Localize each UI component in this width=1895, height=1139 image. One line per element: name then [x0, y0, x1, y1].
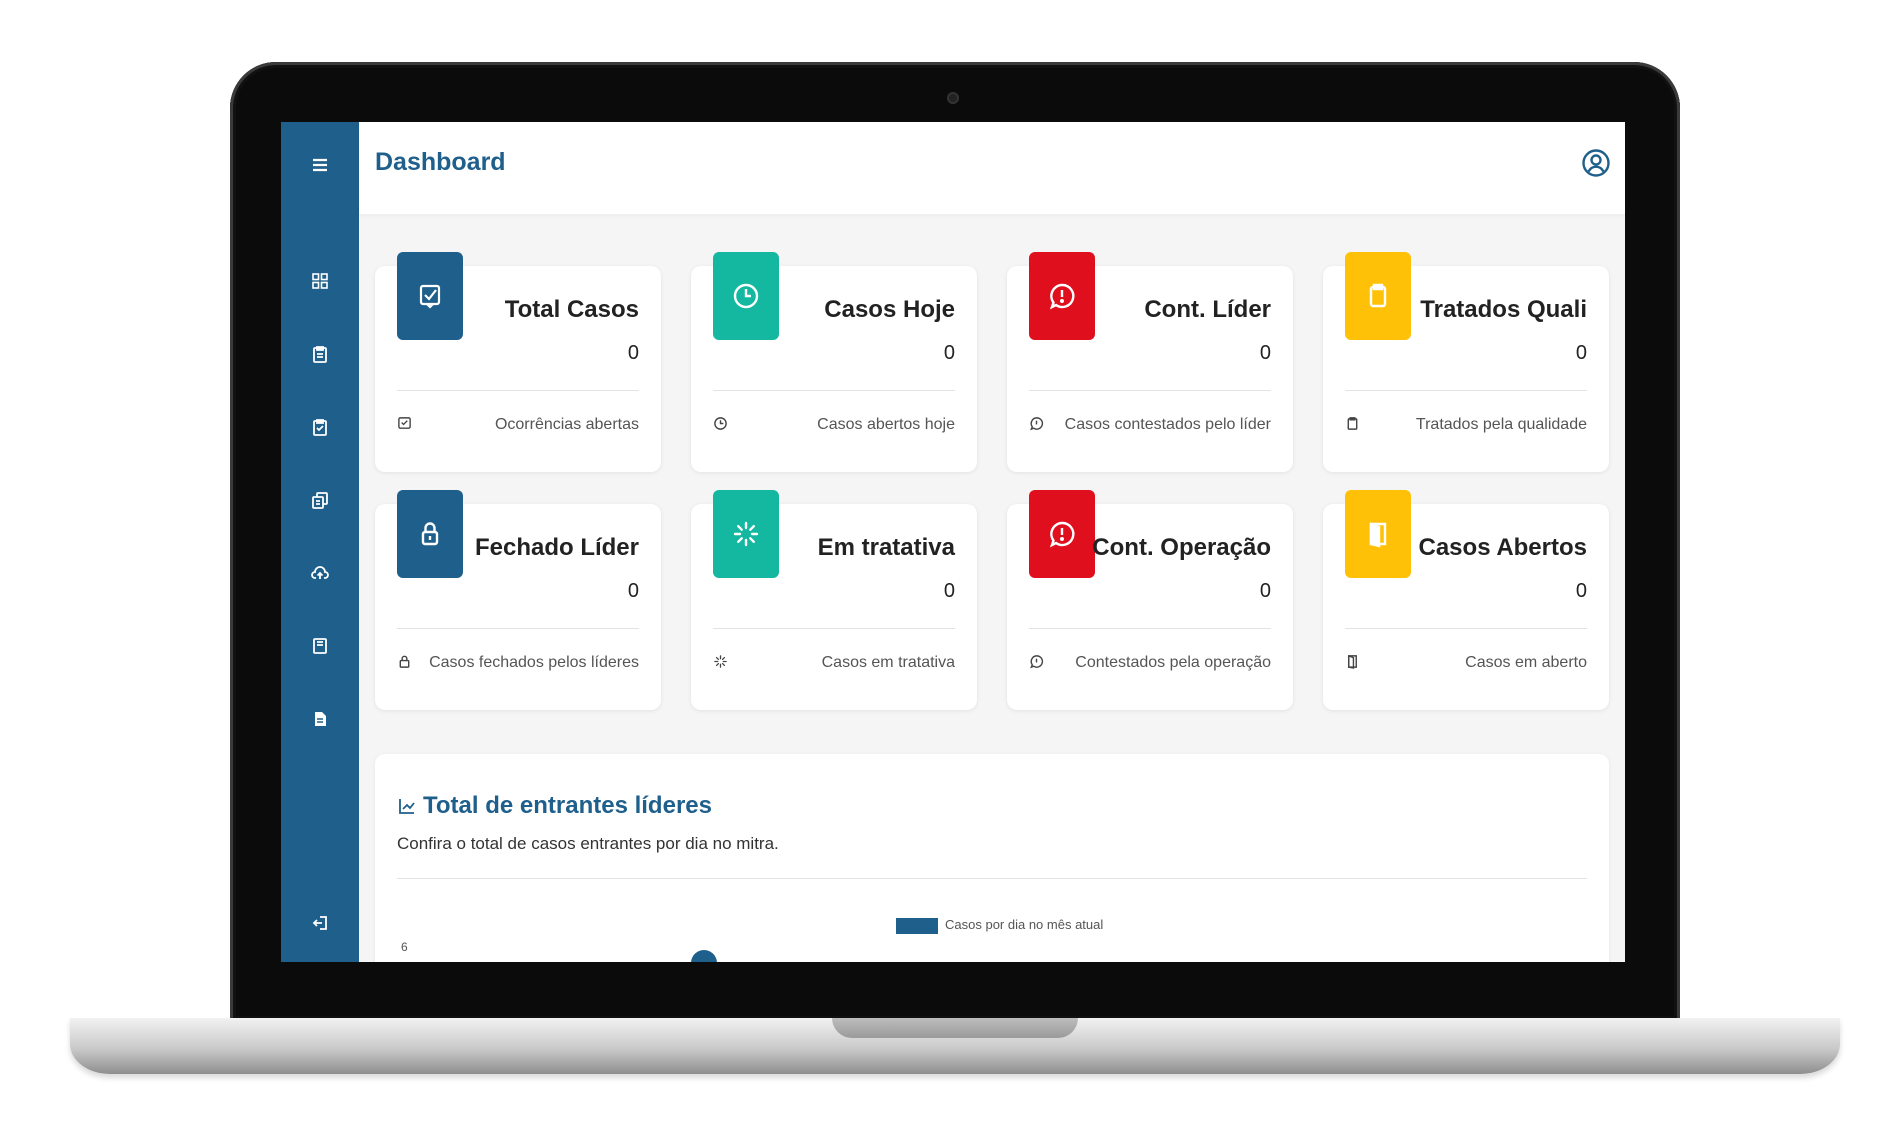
card-footer-text: Contestados pela operação	[1075, 654, 1271, 671]
document-icon[interactable]	[310, 710, 330, 730]
card-title: Casos Hoje	[824, 296, 955, 323]
card-title: Fechado Líder	[474, 534, 639, 561]
chart-point[interactable]	[691, 950, 717, 962]
divider	[1029, 628, 1271, 629]
page-title: Dashboard	[375, 148, 506, 176]
door-open-icon	[1345, 654, 1361, 670]
loader-icon	[713, 654, 729, 670]
card-footer-text: Casos em tratativa	[821, 654, 955, 671]
card-title: Cont. Líder	[1144, 296, 1271, 323]
chart-title: Total de entrantes líderes	[423, 792, 712, 819]
card-footer-text: Casos fechados pelos líderes	[429, 654, 639, 671]
laptop-notch	[832, 1018, 1078, 1038]
card-title: Casos Abertos	[1418, 534, 1588, 561]
card-footer-text: Tratados pela qualidade	[1415, 416, 1587, 433]
card-fechado-lider[interactable]: Fechado Líder 0 Casos fechados pelos líd…	[375, 490, 661, 710]
clipboard-check-icon[interactable]	[310, 418, 330, 438]
divider	[1345, 390, 1587, 391]
lock-icon	[397, 654, 413, 670]
card-footer-text: Casos abertos hoje	[817, 416, 955, 433]
cloud-upload-icon[interactable]	[310, 564, 330, 584]
card-title: Total Casos	[504, 296, 639, 323]
card-value: 0	[943, 580, 955, 602]
line-chart-icon	[397, 796, 417, 816]
card-tratados-quali[interactable]: Tratados Quali 0 Tratados pela qualidade	[1323, 252, 1609, 472]
sidebar	[281, 122, 359, 962]
legend-swatch[interactable]	[896, 918, 938, 934]
card-value: 0	[1575, 342, 1587, 364]
divider	[397, 390, 639, 391]
user-profile-icon[interactable]	[1581, 148, 1611, 178]
y-axis-tick: 6	[401, 940, 408, 954]
clipboard-icon	[1345, 416, 1361, 432]
card-value: 0	[627, 342, 639, 364]
card-value: 0	[627, 580, 639, 602]
card-value: 0	[1259, 580, 1271, 602]
legend-label: Casos por dia no mês atual	[945, 917, 1104, 932]
clipboard-icon	[1345, 252, 1411, 340]
alert-bubble-icon	[1029, 252, 1095, 340]
lock-icon	[397, 490, 463, 578]
alert-bubble-icon	[1029, 490, 1095, 578]
card-value: 0	[1575, 580, 1587, 602]
door-open-icon	[1345, 490, 1411, 578]
card-footer-text: Casos em aberto	[1465, 654, 1587, 671]
alert-bubble-icon	[1029, 416, 1045, 432]
divider	[1029, 390, 1271, 391]
chart-subtitle: Confira o total de casos entrantes por d…	[397, 834, 779, 853]
card-value: 0	[1259, 342, 1271, 364]
grid-icon[interactable]	[310, 272, 330, 292]
app-screen: Dashboard Total Casos 0 Ocorrências aber…	[281, 122, 1625, 962]
chart-panel: Total de entrantes líderes Confira o tot…	[375, 754, 1609, 962]
divider	[1345, 628, 1587, 629]
card-title: Tratados Quali	[1420, 296, 1587, 323]
divider	[397, 878, 1587, 879]
camera-icon	[947, 92, 959, 104]
card-title: Cont. Operação	[1092, 534, 1271, 561]
clock-icon	[713, 252, 779, 340]
card-cont-operacao[interactable]: Cont. Operação 0 Contestados pela operaç…	[1007, 490, 1293, 710]
divider	[713, 390, 955, 391]
card-cont-lider[interactable]: Cont. Líder 0 Casos contestados pelo líd…	[1007, 252, 1293, 472]
card-value: 0	[943, 342, 955, 364]
divider	[397, 628, 639, 629]
clipboard-list-icon[interactable]	[310, 345, 330, 365]
check-square-icon	[397, 416, 413, 432]
book-icon[interactable]	[310, 637, 330, 657]
check-square-icon	[397, 252, 463, 340]
card-footer-text: Casos contestados pelo líder	[1064, 416, 1271, 433]
card-casos-abertos[interactable]: Casos Abertos 0 Casos em aberto	[1323, 490, 1609, 710]
clock-icon	[713, 416, 729, 432]
card-footer-text: Ocorrências abertas	[494, 416, 639, 433]
top-bar: Dashboard	[359, 122, 1625, 214]
loader-icon	[713, 490, 779, 578]
copy-icon[interactable]	[310, 491, 330, 511]
alert-bubble-icon	[1029, 654, 1045, 670]
divider	[713, 628, 955, 629]
logout-icon[interactable]	[310, 914, 330, 934]
card-title: Em tratativa	[817, 534, 955, 561]
card-casos-hoje[interactable]: Casos Hoje 0 Casos abertos hoje	[691, 252, 977, 472]
menu-icon[interactable]	[310, 156, 330, 176]
card-em-tratativa[interactable]: Em tratativa 0 Casos em tratativa	[691, 490, 977, 710]
card-total-casos[interactable]: Total Casos 0 Ocorrências abertas	[375, 252, 661, 472]
